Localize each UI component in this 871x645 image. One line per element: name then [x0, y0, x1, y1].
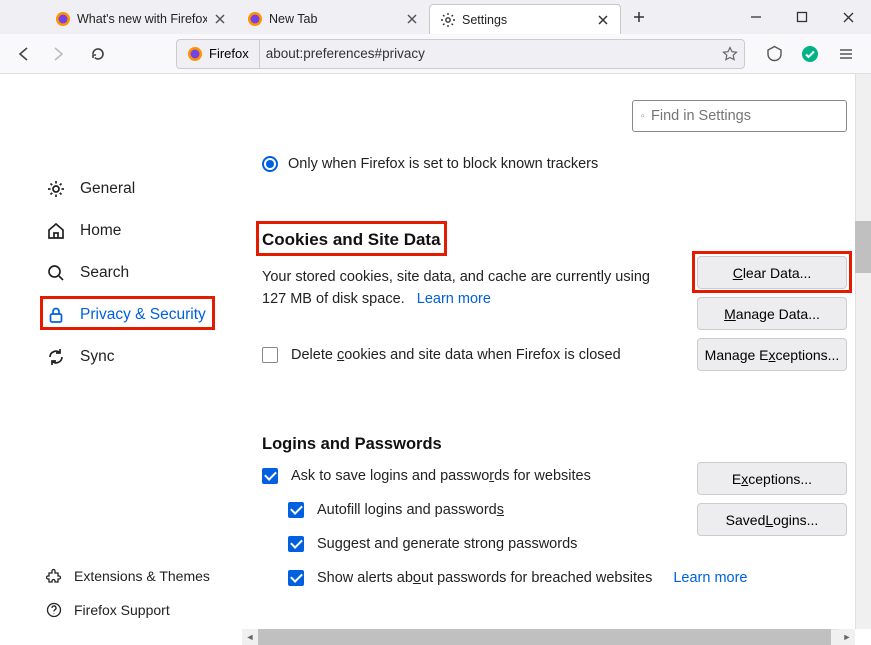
cookies-button-column: Clear Data... Manage Data... Manage Exce…	[697, 256, 847, 371]
checkbox-label: Suggest and generate strong passwords	[317, 536, 577, 552]
scroll-right-arrow[interactable]: ►	[839, 629, 855, 645]
sidebar-item-label: Sync	[80, 348, 114, 366]
sidebar-item-label: Search	[80, 264, 129, 282]
url-text: about:preferences#privacy	[260, 46, 716, 61]
sidebar-item-label: Home	[80, 222, 121, 240]
titlebar: What's new with Firefox - M New Tab Sett…	[0, 0, 871, 34]
gear-icon	[46, 179, 66, 199]
maximize-button[interactable]	[779, 0, 825, 34]
checkbox[interactable]	[262, 347, 278, 363]
minimize-button[interactable]	[733, 0, 779, 34]
firefox-icon	[247, 11, 263, 27]
search-icon	[641, 109, 645, 123]
reload-button[interactable]	[82, 38, 114, 70]
cookies-heading: Cookies and Site Data	[262, 230, 847, 250]
sidebar-item-support[interactable]: Firefox Support	[0, 593, 210, 627]
manage-exceptions-button[interactable]: Manage Exceptions...	[697, 338, 847, 371]
tab-whatsnew[interactable]: What's new with Firefox - M	[45, 4, 237, 34]
sidebar-item-home[interactable]: Home	[0, 210, 242, 252]
sidebar-item-search[interactable]: Search	[0, 252, 242, 294]
tab-label: What's new with Firefox - M	[77, 12, 207, 26]
gear-icon	[440, 12, 456, 28]
learn-more-link[interactable]: Learn more	[417, 291, 491, 307]
tab-newtab[interactable]: New Tab	[237, 4, 429, 34]
checkbox[interactable]	[288, 570, 304, 586]
learn-more-link[interactable]: Learn more	[673, 570, 747, 586]
main-panel: Only when Firefox is set to block known …	[242, 74, 871, 645]
close-icon[interactable]	[405, 12, 419, 26]
radio-label: Only when Firefox is set to block known …	[288, 156, 598, 172]
vertical-scrollbar[interactable]	[855, 74, 871, 629]
sync-icon	[46, 347, 66, 367]
checkbox[interactable]	[262, 468, 278, 484]
tab-settings[interactable]: Settings	[429, 4, 621, 34]
close-icon[interactable]	[596, 13, 610, 27]
sidebar-bottom: Extensions & Themes Firefox Support	[0, 559, 210, 627]
checkbox[interactable]	[288, 502, 304, 518]
settings-search[interactable]	[632, 100, 847, 132]
logins-heading: Logins and Passwords	[262, 435, 847, 454]
sidebar-item-privacy[interactable]: Privacy & Security	[0, 294, 242, 336]
toolbar: Firefox about:preferences#privacy	[0, 34, 871, 74]
saved-logins-button[interactable]: Saved Logins...	[697, 503, 847, 536]
window-controls	[733, 0, 871, 34]
login-exceptions-button[interactable]: Exceptions...	[697, 462, 847, 495]
checkbox-label: Autofill logins and passwords	[317, 502, 504, 518]
bookmark-star-icon[interactable]	[716, 46, 744, 62]
horizontal-scrollbar-thumb[interactable]	[258, 629, 831, 645]
sidebar-item-sync[interactable]: Sync	[0, 336, 242, 378]
suggest-checkbox-row: Suggest and generate strong passwords	[288, 536, 847, 552]
new-tab-button[interactable]	[625, 3, 653, 31]
trackers-radio-row: Only when Firefox is set to block known …	[262, 156, 847, 172]
logins-button-column: Exceptions... Saved Logins...	[697, 462, 847, 536]
pocket-icon[interactable]	[757, 38, 791, 70]
radio-button[interactable]	[262, 156, 278, 172]
manage-data-button[interactable]: Manage Data...	[697, 297, 847, 330]
cookies-description: Your stored cookies, site data, and cach…	[262, 266, 662, 311]
clear-data-button[interactable]: Clear Data...	[697, 256, 847, 289]
home-icon	[46, 221, 66, 241]
tab-label: New Tab	[269, 12, 399, 26]
vertical-scrollbar-thumb[interactable]	[855, 221, 871, 273]
checkbox[interactable]	[288, 536, 304, 552]
account-icon[interactable]	[793, 38, 827, 70]
identity-box[interactable]: Firefox	[177, 40, 260, 68]
back-button[interactable]	[8, 38, 40, 70]
sidebar-item-general[interactable]: General	[0, 168, 242, 210]
lock-icon	[46, 305, 66, 325]
puzzle-icon	[46, 568, 62, 584]
url-bar[interactable]: Firefox about:preferences#privacy	[176, 39, 745, 69]
content: General Home Search Privacy & Security S…	[0, 74, 871, 645]
tab-label: Settings	[462, 13, 590, 27]
close-window-button[interactable]	[825, 0, 871, 34]
alerts-checkbox-row: Show alerts about passwords for breached…	[288, 570, 847, 586]
help-icon	[46, 602, 62, 618]
checkbox-label: Ask to save logins and passwords for web…	[291, 468, 591, 484]
sidebar-item-label: Extensions & Themes	[74, 568, 210, 584]
identity-label: Firefox	[209, 46, 249, 61]
forward-button[interactable]	[42, 38, 74, 70]
search-icon	[46, 263, 66, 283]
sidebar-item-extensions[interactable]: Extensions & Themes	[0, 559, 210, 593]
sidebar-item-label: Privacy & Security	[80, 306, 206, 324]
sidebar: General Home Search Privacy & Security S…	[0, 74, 242, 645]
close-icon[interactable]	[213, 12, 227, 26]
firefox-icon	[187, 46, 203, 62]
sidebar-item-label: Firefox Support	[74, 602, 170, 618]
checkbox-label: Delete cookies and site data when Firefo…	[291, 347, 621, 363]
sidebar-item-label: General	[80, 180, 135, 198]
checkbox-label: Show alerts about passwords for breached…	[317, 570, 652, 586]
scroll-left-arrow[interactable]: ◄	[242, 629, 258, 645]
settings-search-input[interactable]	[651, 108, 838, 124]
firefox-icon	[55, 11, 71, 27]
menu-icon[interactable]	[829, 38, 863, 70]
